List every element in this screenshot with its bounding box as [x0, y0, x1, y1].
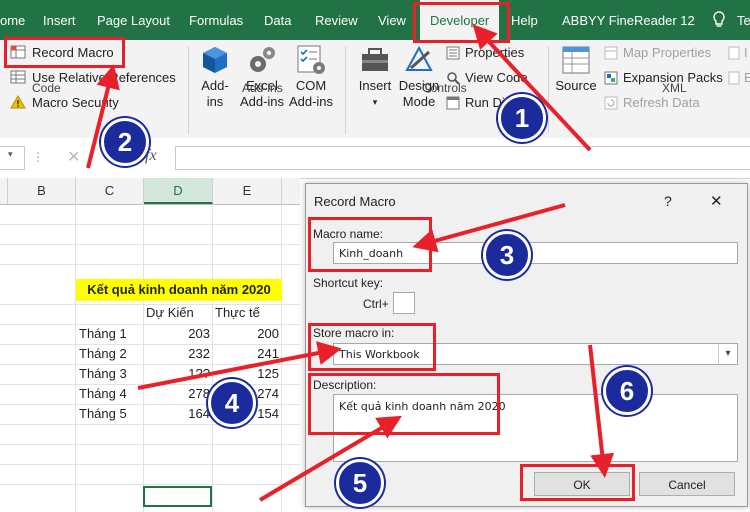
- arrow-to-ok: [588, 344, 615, 478]
- step-badge-6: 6: [603, 367, 651, 415]
- step-badge-2: 2: [101, 118, 149, 166]
- step-badge-5: 5: [336, 459, 384, 507]
- step-badge-1: 1: [498, 94, 546, 142]
- step-badge-4: 4: [208, 379, 256, 427]
- annotation-arrows: [86, 24, 615, 502]
- step-badge-3: 3: [483, 231, 531, 279]
